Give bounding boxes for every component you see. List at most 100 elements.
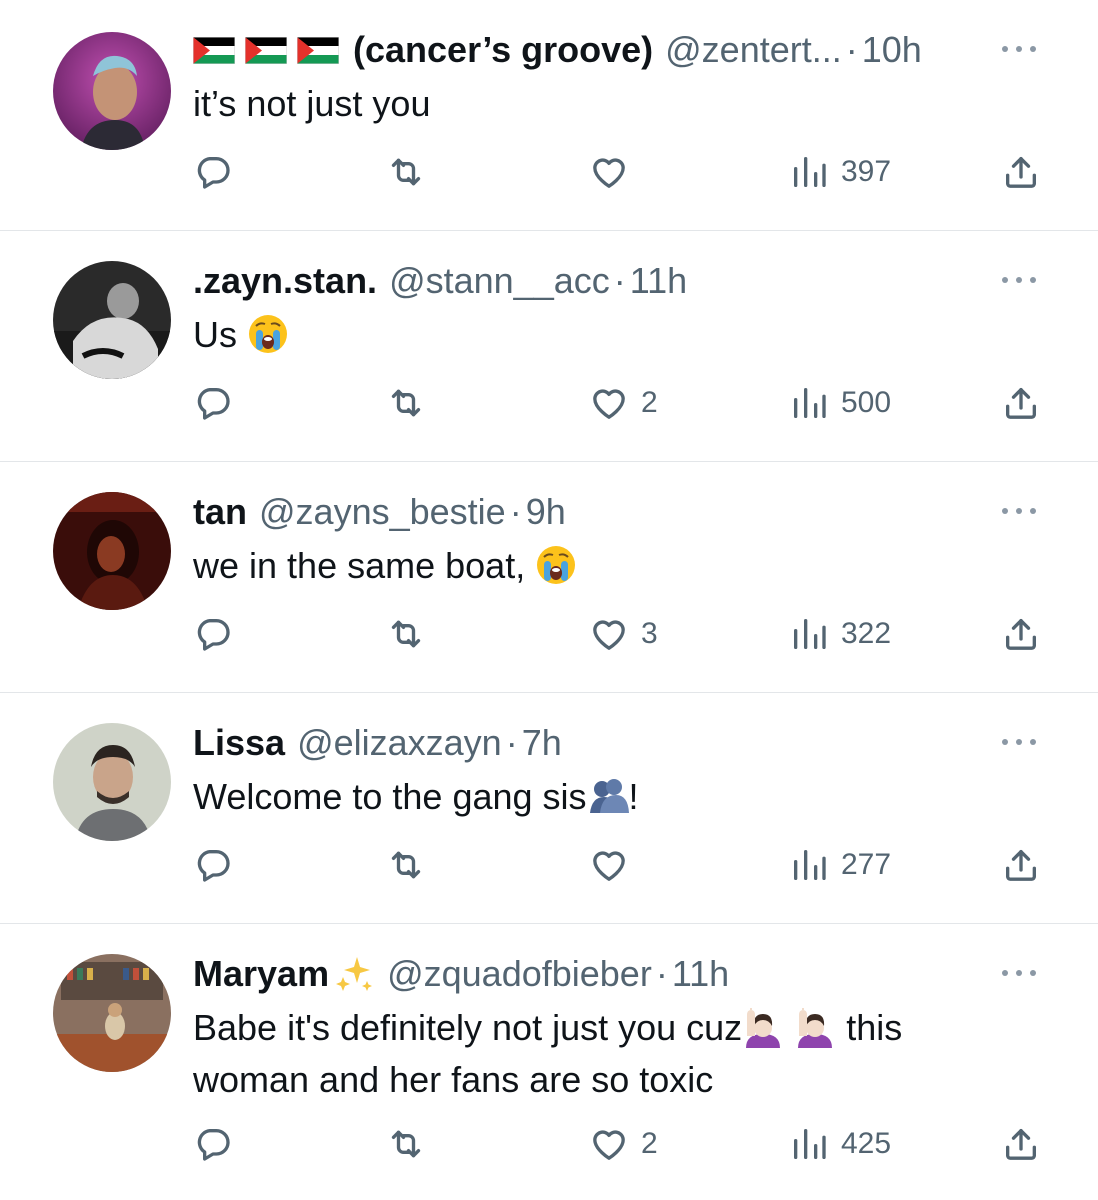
retweet-icon	[386, 1124, 426, 1164]
tweet-text: Welcome to the gang sis!	[193, 776, 639, 817]
like-count: 2	[641, 386, 658, 419]
crying-emoji-icon	[247, 313, 289, 355]
display-name[interactable]: Lissa	[193, 721, 285, 765]
views-button[interactable]: 500	[789, 381, 891, 425]
share-icon	[1001, 845, 1041, 885]
heart-icon	[589, 845, 629, 885]
like-button[interactable]	[589, 150, 641, 194]
tweet[interactable]: (cancer’s groove) @zentert... · 10h it’s…	[0, 0, 1098, 231]
retweet-button[interactable]	[386, 612, 426, 656]
retweet-icon	[386, 845, 426, 885]
sparkles-icon	[333, 953, 375, 995]
avatar[interactable]	[53, 954, 171, 1072]
username[interactable]: @zquadofbieber	[387, 952, 652, 996]
views-button[interactable]: 397	[789, 150, 891, 194]
separator: ·	[505, 722, 518, 763]
retweet-icon	[386, 152, 426, 192]
reply-button[interactable]	[193, 381, 233, 425]
timestamp[interactable]: 11h	[672, 952, 729, 996]
view-count: 500	[841, 386, 892, 419]
retweet-button[interactable]	[386, 150, 426, 194]
more-icon[interactable]	[1000, 737, 1038, 747]
share-icon	[1001, 383, 1041, 423]
reply-icon	[193, 614, 233, 654]
views-icon	[789, 152, 829, 192]
views-button[interactable]: 277	[789, 843, 891, 887]
tweet[interactable]: Lissa @elizaxzayn · 7h Welcome to the ga…	[0, 693, 1098, 924]
share-icon	[1001, 614, 1041, 654]
timestamp[interactable]: 11h	[630, 259, 687, 303]
more-icon[interactable]	[1000, 275, 1038, 285]
like-button[interactable]	[589, 843, 641, 887]
tweet[interactable]: .zayn.stan. @stann__acc · 11h Us 2 500	[0, 231, 1098, 462]
avatar[interactable]	[53, 492, 171, 610]
flag-icon	[297, 37, 339, 64]
flag-icon	[193, 37, 235, 64]
like-count: 3	[641, 617, 658, 650]
retweet-button[interactable]	[386, 843, 426, 887]
like-button[interactable]: 2	[589, 1122, 658, 1166]
retweet-icon	[386, 383, 426, 423]
display-name[interactable]: tan	[193, 490, 247, 534]
heart-icon	[589, 152, 629, 192]
avatar[interactable]	[53, 723, 171, 841]
views-icon	[789, 1124, 829, 1164]
share-icon	[1001, 152, 1041, 192]
more-icon[interactable]	[1000, 968, 1038, 978]
tweet-text: we in the same boat,	[193, 540, 1043, 592]
tweet[interactable]: Maryam @zquadofbieber · 11h Babe it's de…	[0, 924, 1098, 1200]
more-icon[interactable]	[1000, 506, 1038, 516]
retweet-button[interactable]	[386, 381, 426, 425]
reply-button[interactable]	[193, 1122, 233, 1166]
separator: ·	[655, 953, 668, 994]
avatar[interactable]	[53, 32, 171, 150]
views-icon	[789, 845, 829, 885]
like-button[interactable]: 2	[589, 381, 658, 425]
views-icon	[789, 614, 829, 654]
reply-icon	[193, 383, 233, 423]
separator: ·	[613, 260, 626, 301]
share-button[interactable]	[1001, 843, 1041, 887]
avatar[interactable]	[53, 261, 171, 379]
share-button[interactable]	[1001, 381, 1041, 425]
username[interactable]: @elizaxzayn	[297, 721, 502, 765]
reply-icon	[193, 845, 233, 885]
share-icon	[1001, 1124, 1041, 1164]
tweet-text: Us	[193, 309, 1043, 361]
views-button[interactable]: 322	[789, 612, 891, 656]
reply-icon	[193, 1124, 233, 1164]
flag-emoji-group	[193, 37, 339, 64]
username[interactable]: @zentert...	[665, 28, 842, 72]
tweet-actions: 2 500	[193, 381, 1053, 425]
timestamp[interactable]: 10h	[862, 28, 922, 72]
share-button[interactable]	[1001, 1122, 1041, 1166]
view-count: 397	[841, 155, 892, 188]
display-name[interactable]: Maryam	[193, 952, 329, 996]
username[interactable]: @stann__acc	[389, 259, 610, 303]
person-raising-hand-emoji-icon	[794, 1006, 836, 1048]
heart-icon	[589, 383, 629, 423]
more-icon[interactable]	[1000, 44, 1038, 54]
view-count: 322	[841, 617, 892, 650]
timestamp[interactable]: 7h	[522, 721, 562, 765]
heart-icon	[589, 1124, 629, 1164]
display-name[interactable]: .zayn.stan.	[193, 259, 377, 303]
like-button[interactable]: 3	[589, 612, 658, 656]
retweet-button[interactable]	[386, 1122, 426, 1166]
separator: ·	[509, 491, 522, 532]
view-count: 425	[841, 1127, 892, 1160]
tweet-actions: 277	[193, 843, 1053, 887]
share-button[interactable]	[1001, 150, 1041, 194]
reply-button[interactable]	[193, 843, 233, 887]
reply-button[interactable]	[193, 612, 233, 656]
timestamp[interactable]: 9h	[526, 490, 566, 534]
tweet-actions: 397	[193, 150, 1053, 194]
share-button[interactable]	[1001, 612, 1041, 656]
reply-button[interactable]	[193, 150, 233, 194]
views-button[interactable]: 425	[789, 1122, 891, 1166]
username[interactable]: @zayns_bestie	[259, 490, 506, 534]
display-name[interactable]: (cancer’s groove)	[353, 28, 653, 72]
person-raising-hand-emoji-icon	[742, 1006, 784, 1048]
views-icon	[789, 383, 829, 423]
tweet[interactable]: tan @zayns_bestie · 9h we in the same bo…	[0, 462, 1098, 693]
